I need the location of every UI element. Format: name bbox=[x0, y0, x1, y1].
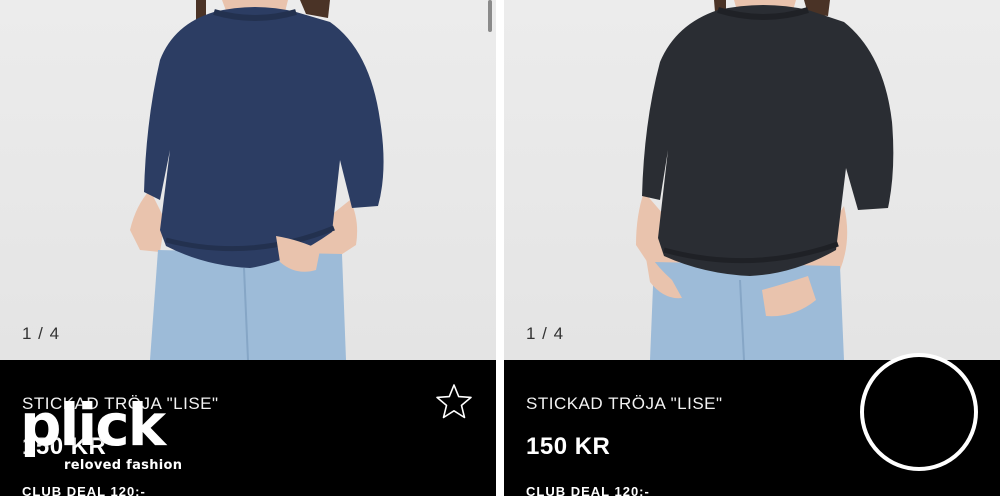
product-price: 150 KR bbox=[526, 433, 611, 460]
record-circle-overlay bbox=[860, 353, 978, 471]
image-counter: 1 / 4 bbox=[22, 324, 61, 343]
logo-wordmark: plick bbox=[20, 391, 166, 459]
club-deal-price: CLUB DEAL 120:- bbox=[526, 484, 650, 496]
model-photo bbox=[636, 0, 894, 360]
column-divider bbox=[496, 0, 504, 496]
club-deal-price: CLUB DEAL 120:- bbox=[22, 484, 146, 496]
model-photo bbox=[130, 0, 384, 360]
logo-tagline: reloved fashion bbox=[64, 458, 183, 473]
product-image[interactable]: 1 / 4 bbox=[0, 0, 496, 360]
product-image[interactable]: 1 / 4 bbox=[504, 0, 1000, 360]
favorite-star-icon[interactable] bbox=[434, 382, 474, 422]
plick-logo: plick reloved fashion bbox=[20, 392, 195, 482]
scrollbar[interactable] bbox=[488, 0, 492, 32]
product-title[interactable]: STICKAD TRÖJA "LISE" bbox=[526, 394, 723, 414]
image-counter: 1 / 4 bbox=[526, 324, 565, 343]
